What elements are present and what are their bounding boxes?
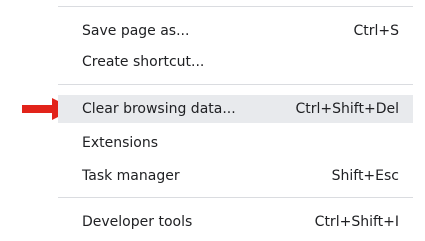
menu-item-extensions[interactable]: Extensions [58,129,413,157]
menu-item-label: Create shortcut... [82,54,205,70]
menu-item-shortcut: Ctrl+S [353,23,399,39]
menu-item-label: Developer tools [82,214,193,230]
menu-item-developer-tools[interactable]: Developer tools Ctrl+Shift+I [58,208,413,236]
menu-item-label: Extensions [82,135,159,151]
context-menu: Save page as... Ctrl+S Create shortcut..… [58,0,413,241]
menu-separator [58,84,413,85]
menu-item-save-page-as[interactable]: Save page as... Ctrl+S [58,17,413,45]
menu-separator [58,197,413,198]
menu-item-task-manager[interactable]: Task manager Shift+Esc [58,162,413,190]
menu-item-label: Task manager [82,168,180,184]
menu-item-shortcut: Ctrl+Shift+I [314,214,399,230]
menu-item-shortcut: Shift+Esc [331,168,399,184]
menu-item-label: Save page as... [82,23,190,39]
menu-separator [58,6,413,7]
menu-item-label: Clear browsing data... [82,101,236,117]
menu-item-clear-browsing-data[interactable]: Clear browsing data... Ctrl+Shift+Del [58,95,413,123]
menu-item-shortcut: Ctrl+Shift+Del [295,101,399,117]
menu-item-create-shortcut[interactable]: Create shortcut... [58,48,413,76]
